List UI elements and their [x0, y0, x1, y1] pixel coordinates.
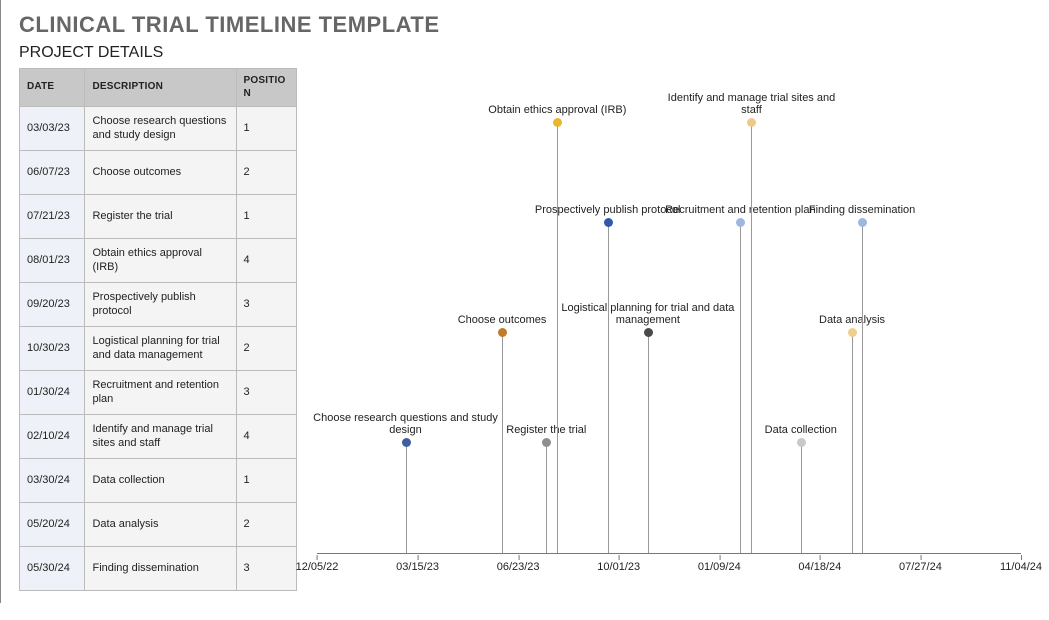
cell-pos: 2	[236, 503, 296, 547]
cell-pos: 2	[236, 151, 296, 195]
cell-date: 06/07/23	[20, 151, 85, 195]
event-stem	[751, 123, 752, 553]
event-label: Choose research questions and study desi…	[311, 412, 501, 437]
event-dot	[542, 438, 551, 447]
cell-pos: 3	[236, 283, 296, 327]
cell-desc: Data collection	[85, 459, 236, 503]
event-label: Obtain ethics approval (IRB)	[462, 104, 652, 117]
cell-desc: Recruitment and retention plan	[85, 371, 236, 415]
axis-tick: 10/01/23	[597, 561, 640, 573]
axis-tick: 03/15/23	[396, 561, 439, 573]
cell-desc: Finding dissemination	[85, 547, 236, 591]
event-dot	[797, 438, 806, 447]
axis-tick: 12/05/22	[296, 561, 339, 573]
cell-date: 03/03/23	[20, 107, 85, 151]
cell-date: 07/21/23	[20, 195, 85, 239]
cell-date: 05/20/24	[20, 503, 85, 547]
event-dot	[848, 328, 857, 337]
table-row: 07/21/23Register the trial1	[20, 195, 297, 239]
event-stem	[546, 443, 547, 553]
cell-desc: Logistical planning for trial and data m…	[85, 327, 236, 371]
cell-pos: 1	[236, 459, 296, 503]
cell-desc: Prospectively publish protocol	[85, 283, 236, 327]
event-stem	[801, 443, 802, 553]
event-stem	[862, 223, 863, 553]
cell-pos: 4	[236, 239, 296, 283]
cell-desc: Data analysis	[85, 503, 236, 547]
table-row: 03/30/24Data collection1	[20, 459, 297, 503]
axis-tick: 01/09/24	[698, 561, 741, 573]
table-row: 10/30/23Logistical planning for trial an…	[20, 327, 297, 371]
event-label: Choose outcomes	[407, 314, 597, 327]
cell-date: 05/30/24	[20, 547, 85, 591]
cell-pos: 1	[236, 195, 296, 239]
cell-date: 08/01/23	[20, 239, 85, 283]
axis-tick: 11/04/24	[1000, 561, 1042, 573]
event-dot	[604, 218, 613, 227]
event-dot	[498, 328, 507, 337]
table-row: 06/07/23Choose outcomes2	[20, 151, 297, 195]
cell-date: 09/20/23	[20, 283, 85, 327]
table-row: 01/30/24Recruitment and retention plan3	[20, 371, 297, 415]
cell-pos: 3	[236, 371, 296, 415]
event-stem	[557, 123, 558, 553]
cell-date: 02/10/24	[20, 415, 85, 459]
cell-date: 01/30/24	[20, 371, 85, 415]
event-label: Data collection	[706, 424, 896, 437]
section-title: PROJECT DETAILS	[19, 44, 1031, 62]
event-dot	[736, 218, 745, 227]
cell-desc: Choose outcomes	[85, 151, 236, 195]
event-stem	[740, 223, 741, 553]
cell-pos: 3	[236, 547, 296, 591]
cell-desc: Identify and manage trial sites and staf…	[85, 415, 236, 459]
axis-tick: 07/27/24	[899, 561, 942, 573]
event-label: Data analysis	[757, 314, 947, 327]
event-stem	[608, 223, 609, 553]
axis-tick: 06/23/23	[497, 561, 540, 573]
cell-desc: Choose research questions and study desi…	[85, 107, 236, 151]
event-stem	[502, 333, 503, 553]
col-date: DATE	[20, 69, 85, 107]
event-label: Finding dissemination	[767, 204, 957, 217]
table-row: 02/10/24Identify and manage trial sites …	[20, 415, 297, 459]
axis-tick: 04/18/24	[798, 561, 841, 573]
event-dot	[858, 218, 867, 227]
event-dot	[747, 118, 756, 127]
table-row: 03/03/23Choose research questions and st…	[20, 107, 297, 151]
event-stem	[852, 333, 853, 553]
table-row: 08/01/23Obtain ethics approval (IRB)4	[20, 239, 297, 283]
event-dot	[402, 438, 411, 447]
col-desc: DESCRIPTION	[85, 69, 236, 107]
col-position: POSITION	[236, 69, 296, 107]
cell-date: 03/30/24	[20, 459, 85, 503]
details-table: DATE DESCRIPTION POSITION 03/03/23Choose…	[19, 68, 297, 591]
event-dot	[644, 328, 653, 337]
table-row: 05/20/24Data analysis2	[20, 503, 297, 547]
event-label: Recruitment and retention plan	[645, 204, 835, 217]
event-stem	[406, 443, 407, 553]
table-row: 05/30/24Finding dissemination3	[20, 547, 297, 591]
event-stem	[648, 333, 649, 553]
event-label: Prospectively publish protocol	[513, 204, 703, 217]
cell-pos: 2	[236, 327, 296, 371]
cell-desc: Register the trial	[85, 195, 236, 239]
event-label: Register the trial	[451, 424, 641, 437]
timeline-chart: 12/05/2203/15/2306/23/2310/01/2301/09/24…	[317, 68, 1031, 578]
cell-desc: Obtain ethics approval (IRB)	[85, 239, 236, 283]
event-label: Logistical planning for trial and data m…	[553, 302, 743, 327]
page-title: CLINICAL TRIAL TIMELINE TEMPLATE	[19, 12, 1031, 38]
cell-date: 10/30/23	[20, 327, 85, 371]
event-dot	[553, 118, 562, 127]
table-row: 09/20/23Prospectively publish protocol3	[20, 283, 297, 327]
cell-pos: 1	[236, 107, 296, 151]
event-label: Identify and manage trial sites and staf…	[656, 92, 846, 117]
cell-pos: 4	[236, 415, 296, 459]
